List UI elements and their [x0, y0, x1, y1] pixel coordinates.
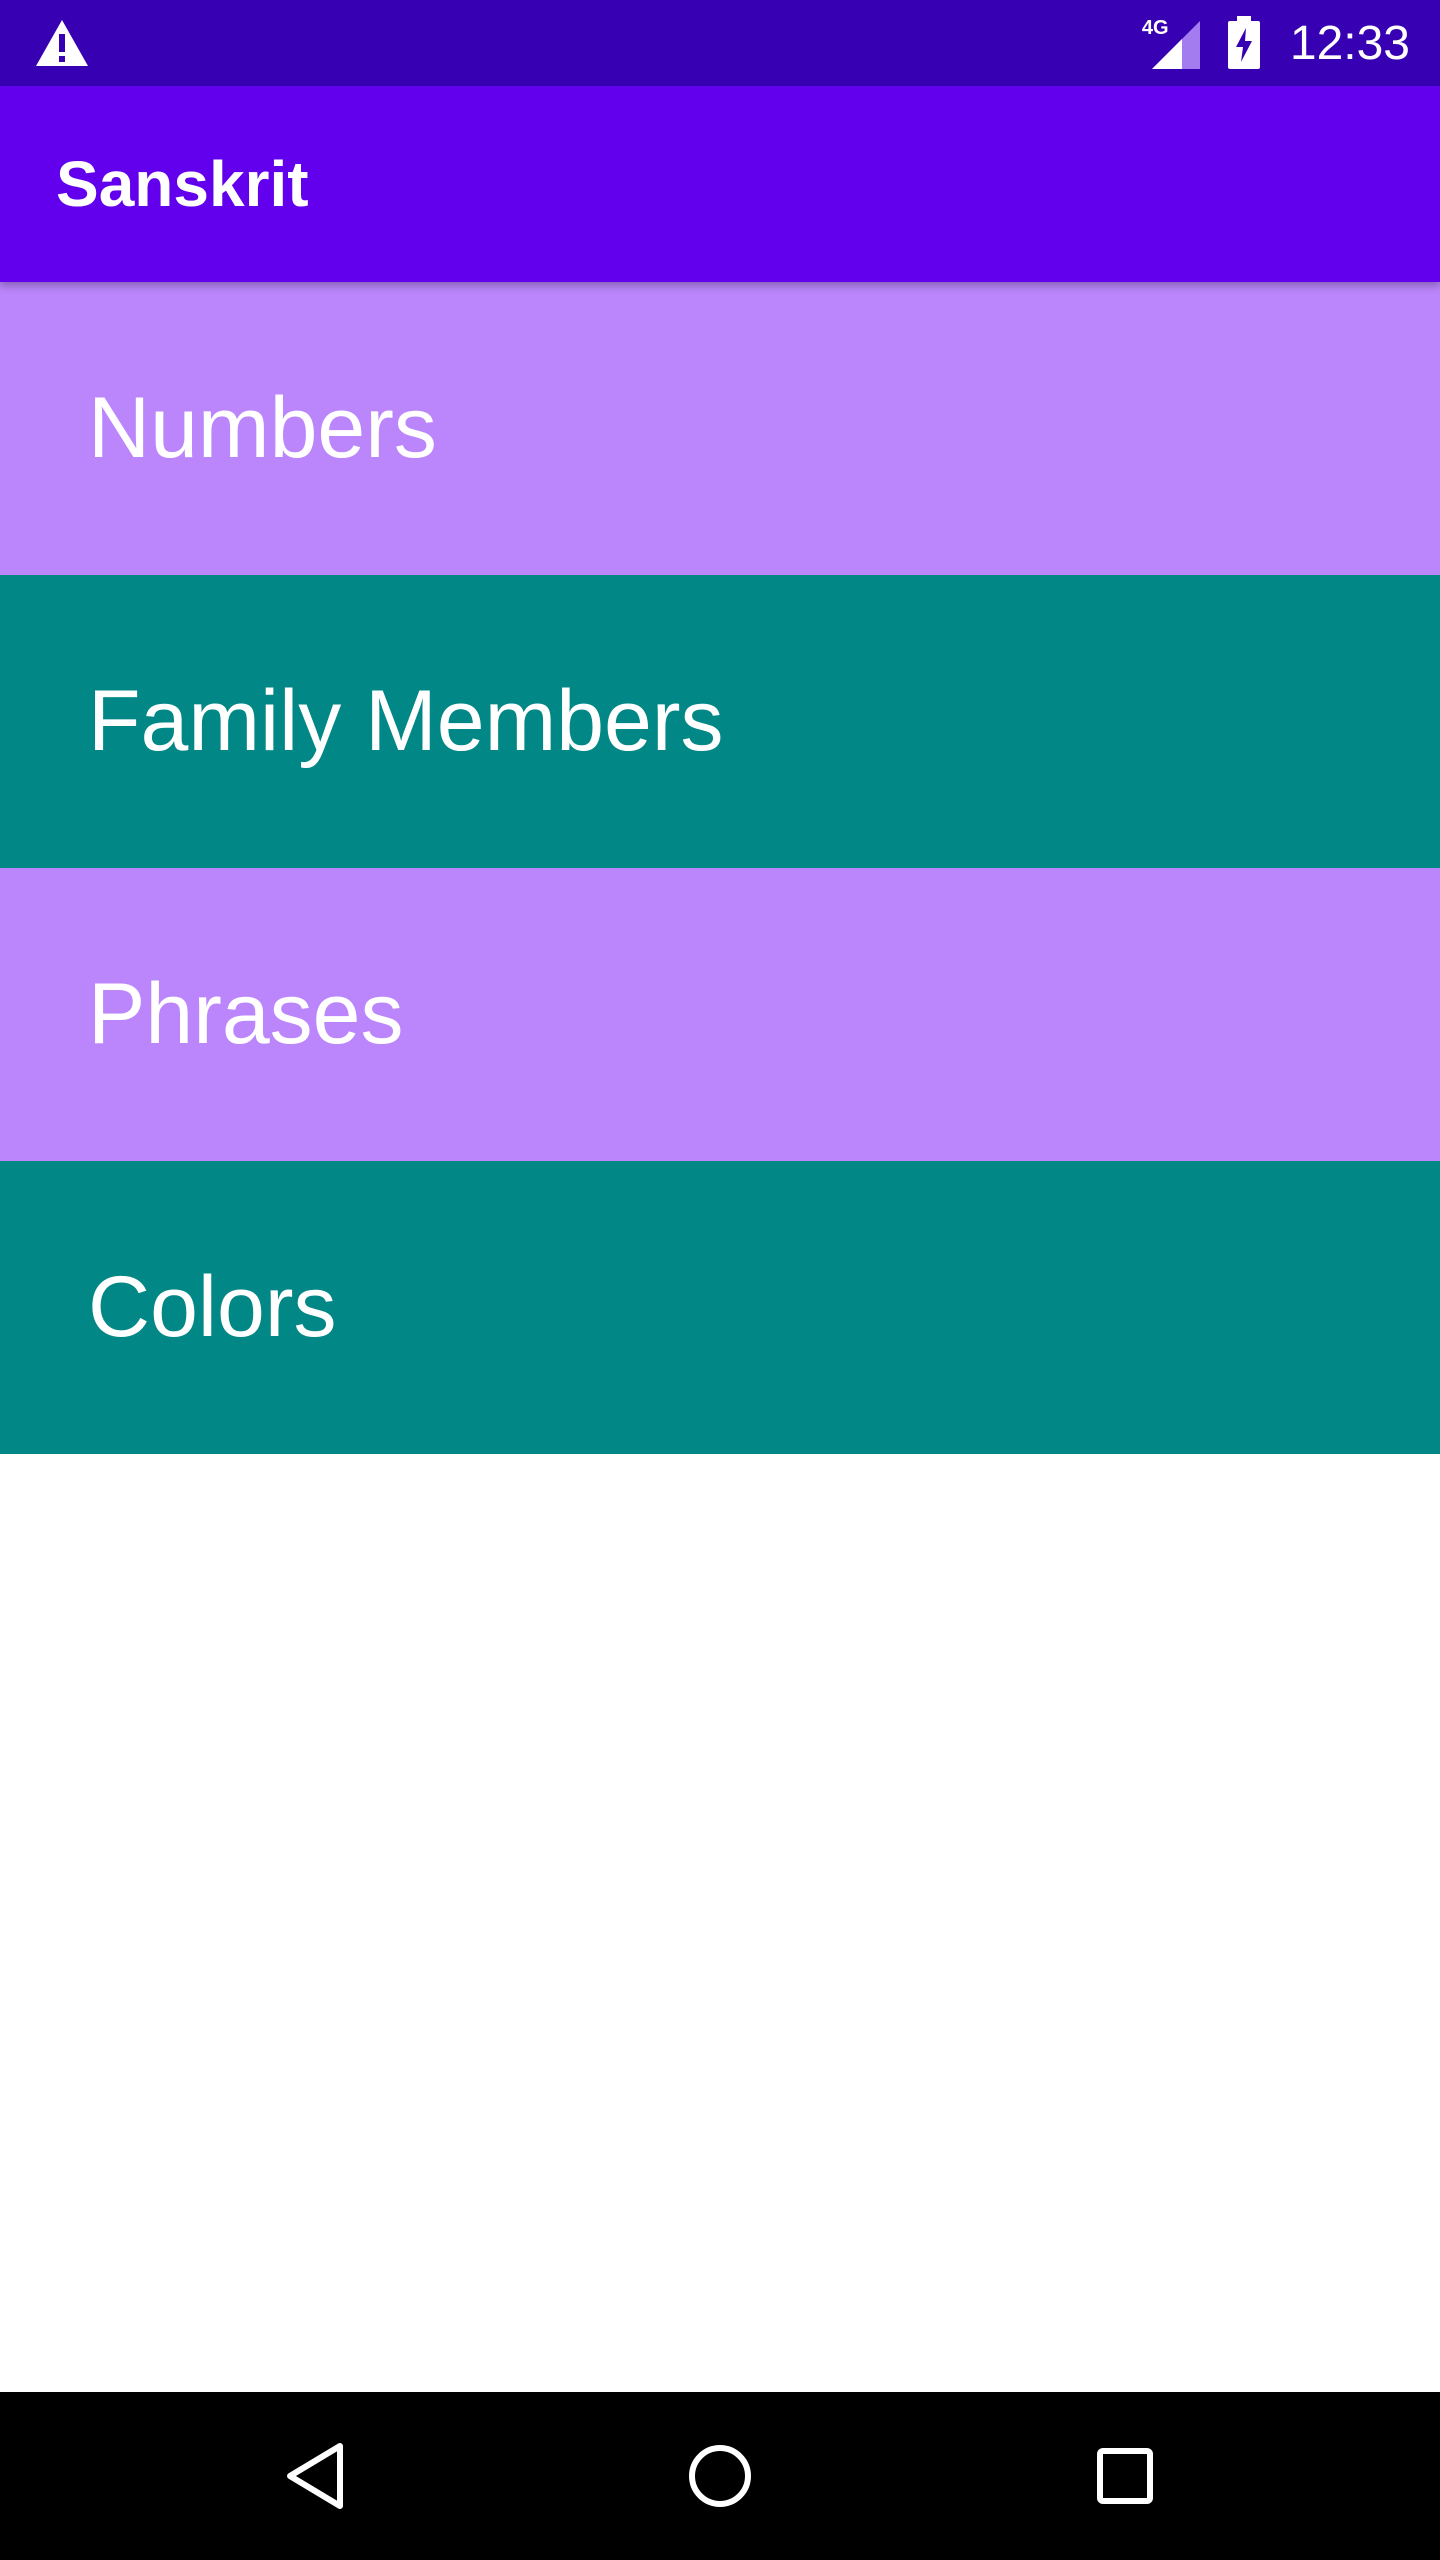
category-label: Family Members [88, 673, 724, 769]
network-type-label: 4G [1141, 17, 1169, 39]
category-item-numbers[interactable]: Numbers [0, 282, 1440, 575]
status-icons: 4G 12:33 [1138, 0, 1410, 86]
navigation-bar [0, 2392, 1440, 2560]
category-item-colors[interactable]: Colors [0, 1161, 1440, 1454]
category-item-family-members[interactable]: Family Members [0, 575, 1440, 868]
app-title: Sanskrit [56, 148, 309, 220]
app-bar: Sanskrit [0, 86, 1440, 282]
status-bar: 4G 12:33 [0, 0, 1440, 86]
category-list: Numbers Family Members Phrases Colors [0, 282, 1440, 1454]
alert-icon [36, 20, 88, 66]
category-label: Colors [88, 1259, 337, 1355]
home-icon [689, 2445, 751, 2507]
clock: 12:33 [1289, 16, 1410, 70]
home-button[interactable] [670, 2426, 770, 2526]
battery-charging-icon [1227, 16, 1260, 69]
signal-icon: 4G [1138, 15, 1202, 71]
category-label: Numbers [88, 380, 437, 476]
category-item-phrases[interactable]: Phrases [0, 868, 1440, 1161]
back-button[interactable] [266, 2426, 366, 2526]
category-label: Phrases [88, 966, 404, 1062]
recents-button[interactable] [1075, 2426, 1175, 2526]
app-screen: 4G 12:33 Sanskrit Numbers Family Members… [0, 0, 1440, 2560]
back-icon [287, 2443, 343, 2509]
recents-icon [1097, 2448, 1153, 2504]
